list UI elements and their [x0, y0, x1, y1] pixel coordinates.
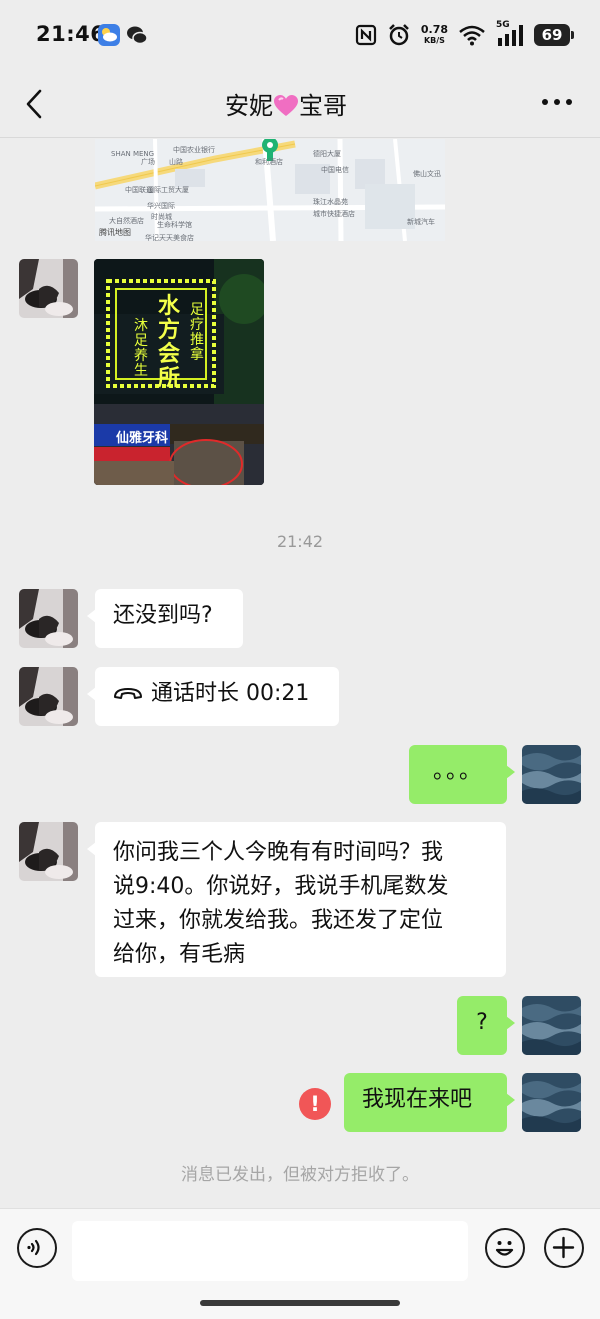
avatar-image: [19, 822, 78, 881]
photo-sign-main: 水方会所: [157, 294, 180, 391]
map-label: 华兴国际: [147, 202, 175, 210]
map-label: 和利酒店: [255, 158, 283, 166]
signal-label: 5G: [496, 20, 510, 30]
weather-app-icon: [98, 24, 120, 46]
chat-header: 安妮 宝哥: [0, 72, 600, 138]
emoji-icon: [495, 1241, 514, 1256]
message-text: ?: [476, 1010, 488, 1035]
chat-title-right: 宝哥: [299, 92, 347, 120]
message-line: 给你，有毛病: [113, 942, 246, 967]
emoji-button[interactable]: [485, 1228, 525, 1268]
photo-sign-left: 沐足 养生: [134, 318, 148, 379]
map-label: 中国农业银行: [173, 146, 215, 154]
map-label: 山路: [169, 158, 183, 166]
signal-icon: 5G: [496, 20, 524, 47]
my-avatar[interactable]: [522, 996, 581, 1055]
chat-title: 安妮 宝哥: [0, 86, 600, 124]
status-time: 21:46: [36, 22, 106, 46]
message-bubble-sent[interactable]: 。。。: [409, 745, 515, 804]
map-label: 城市快捷酒店: [313, 210, 355, 218]
message-line: 过来，你就发给我。我还发了定位: [113, 908, 444, 933]
voice-icon: [27, 1239, 40, 1256]
chat-title-left: 安妮: [225, 92, 273, 120]
message-bubble-sent[interactable]: 我现在来吧: [344, 1073, 515, 1132]
map-label: 大自然酒店: [109, 217, 144, 225]
more-button[interactable]: [540, 92, 574, 112]
map-label: 生命科学馆: [157, 221, 192, 229]
message-text: 还没到吗?: [113, 603, 213, 628]
heart-emoji-icon: [273, 94, 299, 124]
net-speed-unit: KB/S: [423, 36, 445, 45]
send-failed-icon[interactable]: !: [299, 1088, 331, 1120]
contact-avatar[interactable]: [19, 259, 78, 318]
my-avatar[interactable]: [522, 1073, 581, 1132]
home-indicator[interactable]: [200, 1300, 400, 1306]
photo-message[interactable]: 水方会所 沐足 养生 足疗 推拿 仙雅牙科: [94, 259, 264, 485]
message-input[interactable]: [72, 1221, 468, 1281]
map-label: 珠江水晶苑: [313, 198, 348, 206]
more-dots-icon: [542, 99, 572, 105]
phone-hangup-icon: [113, 680, 143, 714]
map-label: 华记天天美食店: [145, 234, 194, 241]
contact-avatar[interactable]: [19, 589, 78, 648]
wechat-app-icon: [126, 24, 148, 46]
chat-timestamp: 21:42: [276, 532, 324, 551]
map-label: 国际工贸大厦: [147, 186, 189, 194]
avatar-image: [522, 996, 581, 1055]
map-label: 广场: [141, 158, 155, 166]
call-record-bubble[interactable]: 通话时长 00:21: [87, 667, 339, 726]
message-text: 我现在来吧: [362, 1087, 473, 1112]
photo-sign-right: 足疗 推拿: [190, 302, 204, 363]
message-bubble-received[interactable]: 还没到吗?: [87, 589, 243, 648]
avatar-image: [19, 589, 78, 648]
message-text: 。。。: [432, 759, 483, 784]
photo-shop-sign: 仙雅牙科: [116, 431, 169, 446]
location-map-card[interactable]: 中国农业银行 SHAN MENG 广场 山路 中国联通 国际工贸大厦 华兴国际 …: [95, 139, 445, 241]
contact-avatar[interactable]: [19, 822, 78, 881]
contact-avatar[interactable]: [19, 667, 78, 726]
message-bubble-received[interactable]: 你问我三个人今晚有有时间吗？我 说9:40。你说好，我说手机尾数发 过来，你就发…: [87, 822, 506, 977]
nfc-icon: [355, 23, 377, 47]
net-speed: 0.78 KB/S: [421, 24, 448, 46]
map-label: 德阳大厦: [313, 150, 341, 158]
battery-indicator: 69: [534, 24, 574, 46]
message-line: 你问我三个人今晚有有时间吗？我: [113, 840, 444, 865]
message-line: 说9:40。你说好，我说手机尾数发: [113, 874, 449, 899]
plus-icon: [552, 1236, 575, 1259]
alarm-icon: [387, 23, 411, 47]
avatar-image: [19, 667, 78, 726]
plus-button[interactable]: [544, 1228, 584, 1268]
message-bubble-sent[interactable]: ?: [457, 996, 515, 1055]
call-duration-text: 通话时长 00:21: [151, 681, 310, 706]
status-bar: 21:46 0.78 KB/S 5G 69: [0, 0, 600, 72]
map-label: 佛山文迅: [413, 170, 441, 178]
system-notice: 消息已发出，但被对方拒收了。: [181, 1165, 419, 1185]
map-label: 新城汽车: [407, 218, 435, 226]
wifi-icon: [458, 23, 486, 47]
avatar-image: [522, 1073, 581, 1132]
map-label: 中国电信: [321, 166, 349, 174]
map-credit: 腾讯地图: [99, 228, 131, 237]
avatar-image: [19, 259, 78, 318]
voice-button[interactable]: [17, 1228, 57, 1268]
my-avatar[interactable]: [522, 745, 581, 804]
avatar-image: [522, 745, 581, 804]
